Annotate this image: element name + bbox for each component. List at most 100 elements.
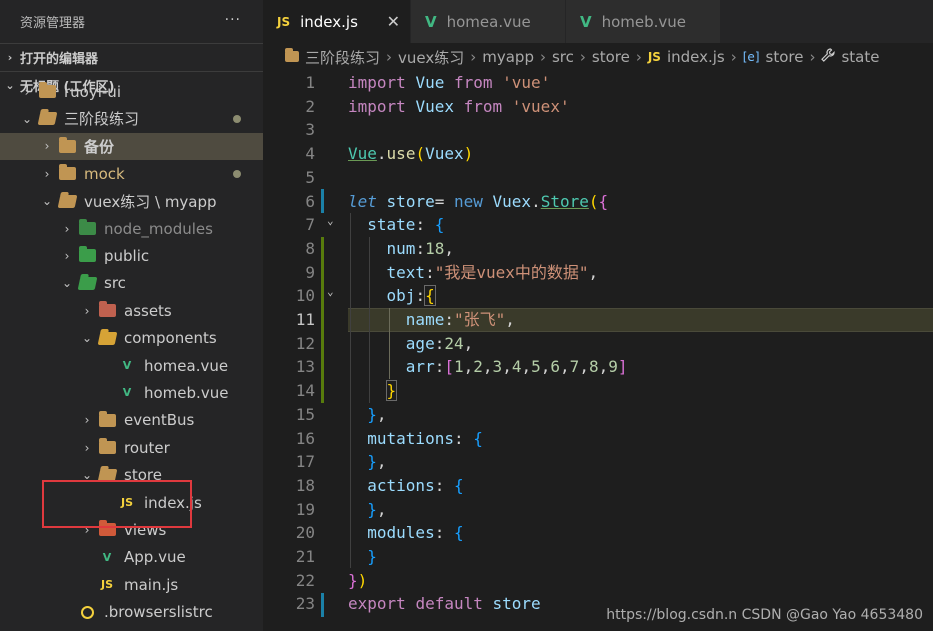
tree-item[interactable]: Vhomeb.vue [0,379,263,406]
code-line-8: num:18, [386,238,454,258]
tree-item-label: 三阶段练习 [64,110,140,129]
line-number: 23 [295,594,315,614]
folder-open-icon [37,111,57,127]
tree-item[interactable]: JS main.js [0,571,263,598]
tree-item-label: vuex练习 \ myapp [84,192,217,211]
code-line-2: import Vuex from 'vuex' [348,96,570,116]
code-line-20: modules: { [367,523,464,543]
tree-item-label: ruoyi-ui [64,82,121,101]
tree-item[interactable]: › router [0,434,263,461]
folder-icon [58,136,76,154]
fold-chevron-icon[interactable]: ⌄ [327,285,334,298]
breadcrumb-item[interactable]: store [592,48,630,66]
code-editor[interactable]: ⌄ ⌄ 1 2 3 4 5 6 7 8 9 10 11 12 13 14 15 16 17 18 19 20 21 22 2… [263,71,933,631]
tree-item[interactable]: ⌄ components [0,325,263,352]
folder-icon [58,164,76,182]
line-number: 13 [295,357,315,377]
breadcrumb-item[interactable]: 三阶段练习 [305,47,380,68]
vue-file-icon: V [580,12,592,31]
tree-item[interactable]: Vhomea.vue [0,352,263,379]
breadcrumb-item[interactable]: vuex练习 [398,47,464,68]
wrench-icon [821,48,836,66]
code-line-10: obj:{ [386,285,436,307]
tree-item[interactable]: V App.vue [0,544,263,571]
code-line-19: }, [367,499,387,519]
chevron-right-icon: › [44,166,50,181]
breadcrumb-item[interactable]: store [766,48,804,66]
vue-file-icon: V [425,12,437,31]
breadcrumb-item[interactable]: myapp [482,48,534,66]
modified-dot-indicator [233,114,241,123]
js-file-icon: JS [120,496,133,509]
more-actions-icon[interactable]: ··· [225,12,241,28]
tree-item[interactable]: ⌄ src [0,270,263,297]
tab-label: homea.vue [446,12,531,31]
line-number: 19 [295,499,315,519]
tree-item[interactable]: › ruoyi-ui [0,78,263,105]
tree-item[interactable]: ⌄ 三阶段练习 [0,105,263,132]
line-number: 18 [295,475,315,495]
explorer-title: 资源管理器 ··· [0,0,263,43]
chevron-right-icon: › [579,48,586,66]
tab-label: index.js [300,12,358,31]
tree-item-label: store [124,466,162,485]
close-icon[interactable]: ✕ [387,12,400,31]
tree-item[interactable]: › views [0,516,263,543]
tree-item[interactable]: › public [0,242,263,269]
tab-homeb-vue[interactable]: V homeb.vue [566,0,721,43]
code-line-22: }) [348,570,368,590]
modified-dot-indicator [233,169,241,178]
line-number: 2 [305,96,315,116]
breadcrumb-item[interactable]: src [552,48,574,66]
tree-item[interactable]: › eventBus [0,407,263,434]
breadcrumb-item[interactable]: state [841,48,879,66]
folder-icon [98,410,116,428]
tree-item-label: App.vue [124,548,186,567]
js-file-icon: JS [647,50,661,64]
code-line-15: }, [367,404,387,424]
breadcrumb-item[interactable]: index.js [667,48,725,66]
chevron-right-icon: › [64,248,70,263]
chevron-down-icon: ⌄ [41,194,53,209]
line-number: 4 [305,144,315,164]
fold-chevron-icon[interactable]: ⌄ [327,214,334,227]
chevron-right-icon: › [24,84,30,99]
git-added-marker [321,237,324,403]
tree-item[interactable]: › assets [0,297,263,324]
tree-item-label: mock [84,164,125,183]
tree-item[interactable]: .browserslistrc [0,599,263,626]
chevron-right-icon: › [84,303,90,318]
tree-item-label: homea.vue [144,356,229,375]
tree-item-label: 备份 [84,137,115,156]
line-number: 8 [305,238,315,258]
code-line-1: import Vue from 'vue' [348,73,551,92]
code-line-13: arr:[1,2,3,4,5,6,7,8,9] [405,357,628,377]
chevron-right-icon: › [539,48,546,66]
tab-homea-vue[interactable]: V homea.vue [411,0,566,43]
code-line-17: }, [367,452,387,472]
git-modified-marker [321,189,324,213]
tree-item[interactable]: JS index.js [0,489,263,516]
tree-item[interactable]: ⌄ store [0,462,263,489]
folder-open-icon [57,193,77,209]
tree-item[interactable]: › node_modules [0,215,263,242]
tree-item[interactable]: ⌄ vuex练习 \ myapp [0,188,263,215]
chevron-down-icon: ⌄ [61,276,73,291]
line-number: 15 [295,404,315,424]
tree-item[interactable]: › mock [0,160,263,187]
line-number: 7 [305,215,315,235]
chevron-right-icon: › [470,48,477,66]
tree-item-label: homeb.vue [144,383,229,402]
open-editors-section[interactable]: › 打开的编辑器 [0,43,263,71]
line-number: 11 [295,310,315,329]
tab-index-js[interactable]: JS index.js ✕ [263,0,411,43]
code-line-14: } [385,380,398,402]
explorer-title-label: 资源管理器 [20,16,86,31]
chevron-right-icon: › [635,48,642,66]
editor-tabs: JS index.js ✕ V homea.vue V homeb.vue [263,0,933,43]
code-line-16: mutations: { [367,428,483,448]
vue-file-icon: V [102,550,112,564]
tree-item[interactable]: › 备份 [0,132,263,160]
line-number: 5 [305,167,315,187]
assets-folder-icon [98,301,116,319]
